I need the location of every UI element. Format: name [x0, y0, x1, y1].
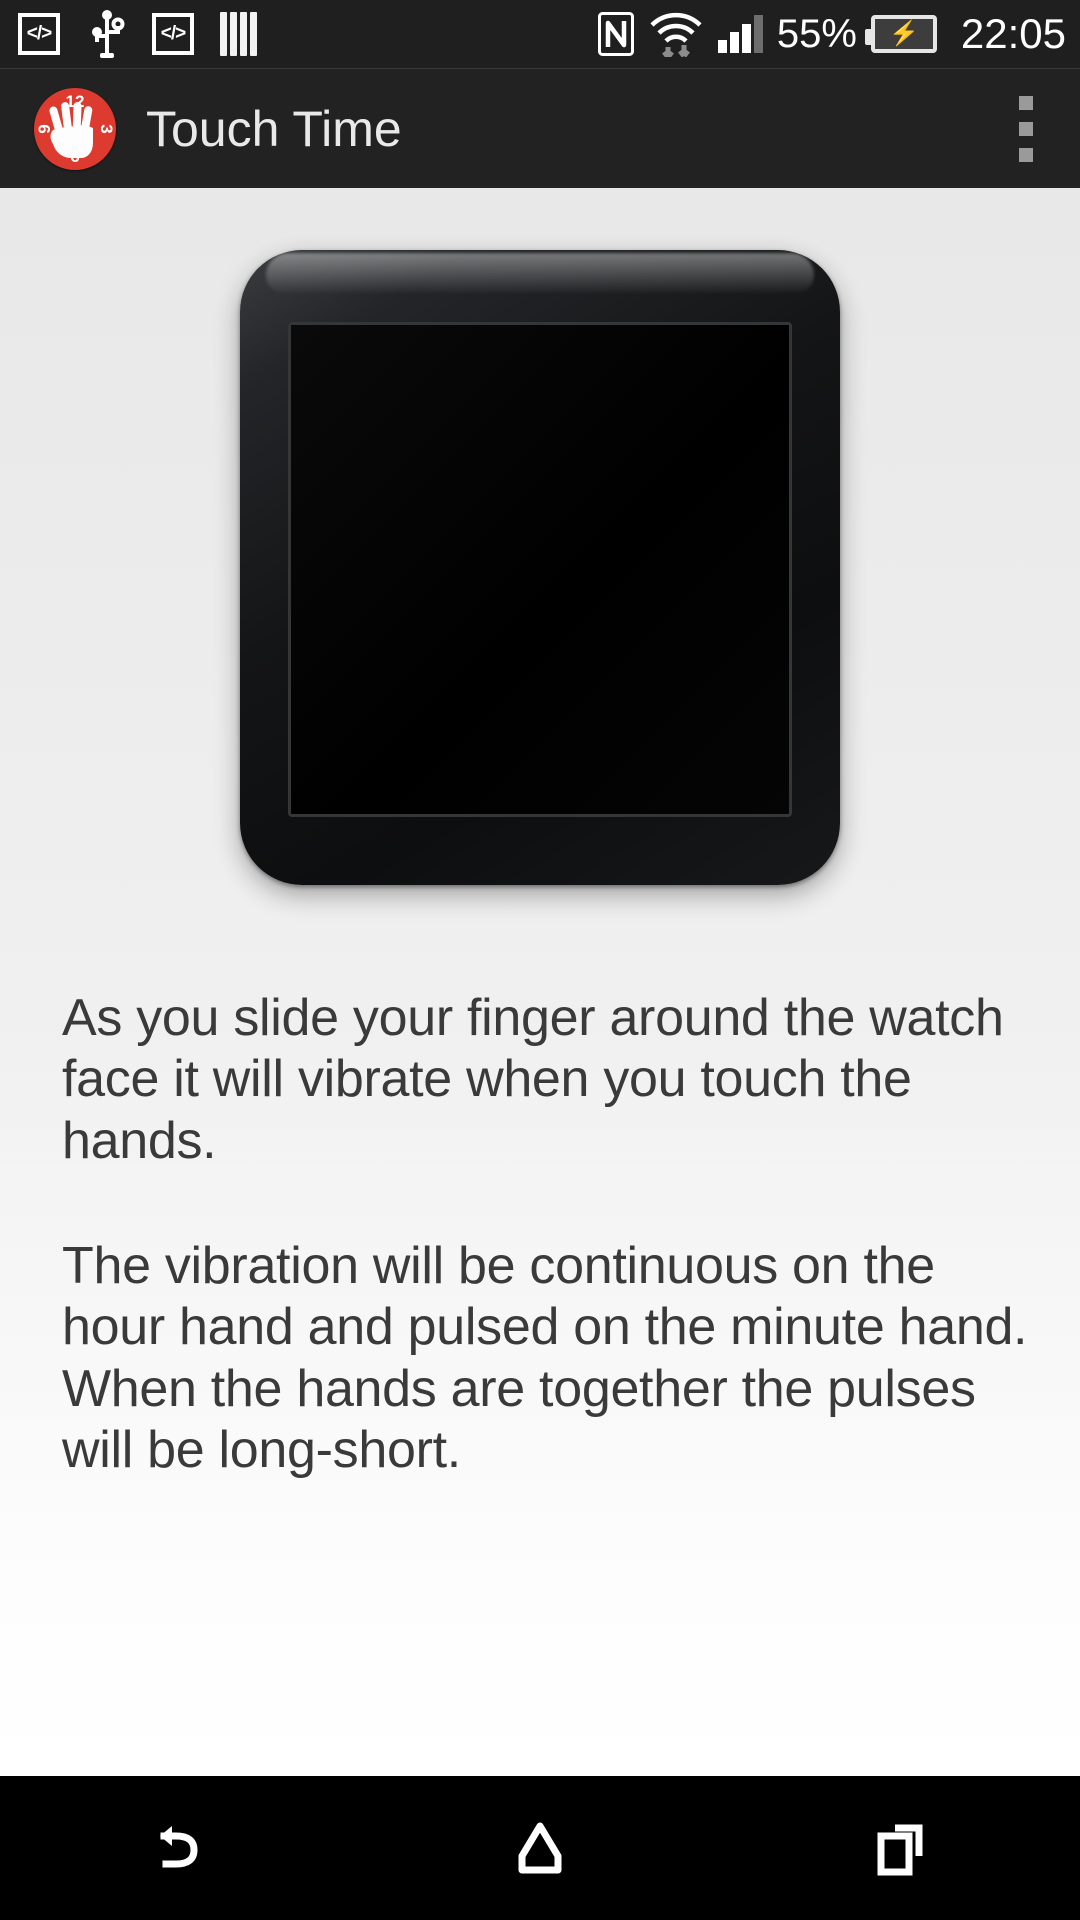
smartwatch-graphic: [240, 250, 840, 885]
adb-over-network-icon: </>: [18, 13, 60, 55]
usb-debugging-icon: [92, 10, 125, 58]
home-icon: [518, 1822, 562, 1874]
instruction-paragraph-2: The vibration will be continuous on the …: [62, 1237, 1028, 1480]
recents-button[interactable]: [800, 1776, 1000, 1920]
main-content: As you slide your finger around the watc…: [0, 188, 1080, 1776]
instructions-text: As you slide your finger around the watc…: [62, 988, 1042, 1482]
battery-percent-label: 55%: [776, 12, 857, 56]
vertical-bars-icon: [220, 12, 257, 56]
status-bar-right-icons: 55% ⚡ 22:05: [597, 10, 1066, 57]
wifi-icon: [650, 12, 702, 57]
android-screen: </> </> 55% ⚡ 22:05 12 3 9 Touch Time As…: [0, 0, 1080, 1920]
watch-screen: [291, 325, 789, 814]
watch-bezel: [288, 322, 792, 817]
page-title: Touch Time: [146, 100, 402, 157]
home-button[interactable]: [440, 1776, 640, 1920]
smartwatch-preview: [0, 250, 1080, 885]
recent-apps-icon: [877, 1824, 923, 1876]
instruction-paragraph-1: As you slide your finger around the watc…: [62, 989, 1004, 1170]
battery-icon: ⚡: [864, 15, 937, 53]
charging-bolt-icon: ⚡: [888, 20, 919, 47]
status-bar: </> </> 55% ⚡ 22:05: [0, 0, 1080, 68]
cellular-signal-icon: [717, 15, 763, 53]
clock-label: 22:05: [960, 10, 1066, 57]
overflow-menu-icon[interactable]: [996, 83, 1056, 175]
back-arrow-icon: [160, 1826, 198, 1868]
back-button[interactable]: [80, 1776, 280, 1920]
navigation-bar: [0, 1776, 1080, 1920]
nfc-icon: [597, 12, 634, 56]
touch-time-app-icon[interactable]: 12 3 6 9: [34, 87, 116, 170]
developer-mode-icon: </>: [152, 13, 194, 55]
status-bar-left-icons: </> </>: [18, 10, 257, 58]
hand-icon: [49, 101, 93, 158]
app-bar: 12 3 6 9 Touch Time: [0, 68, 1080, 188]
watch-gloss-highlight: [266, 253, 814, 293]
